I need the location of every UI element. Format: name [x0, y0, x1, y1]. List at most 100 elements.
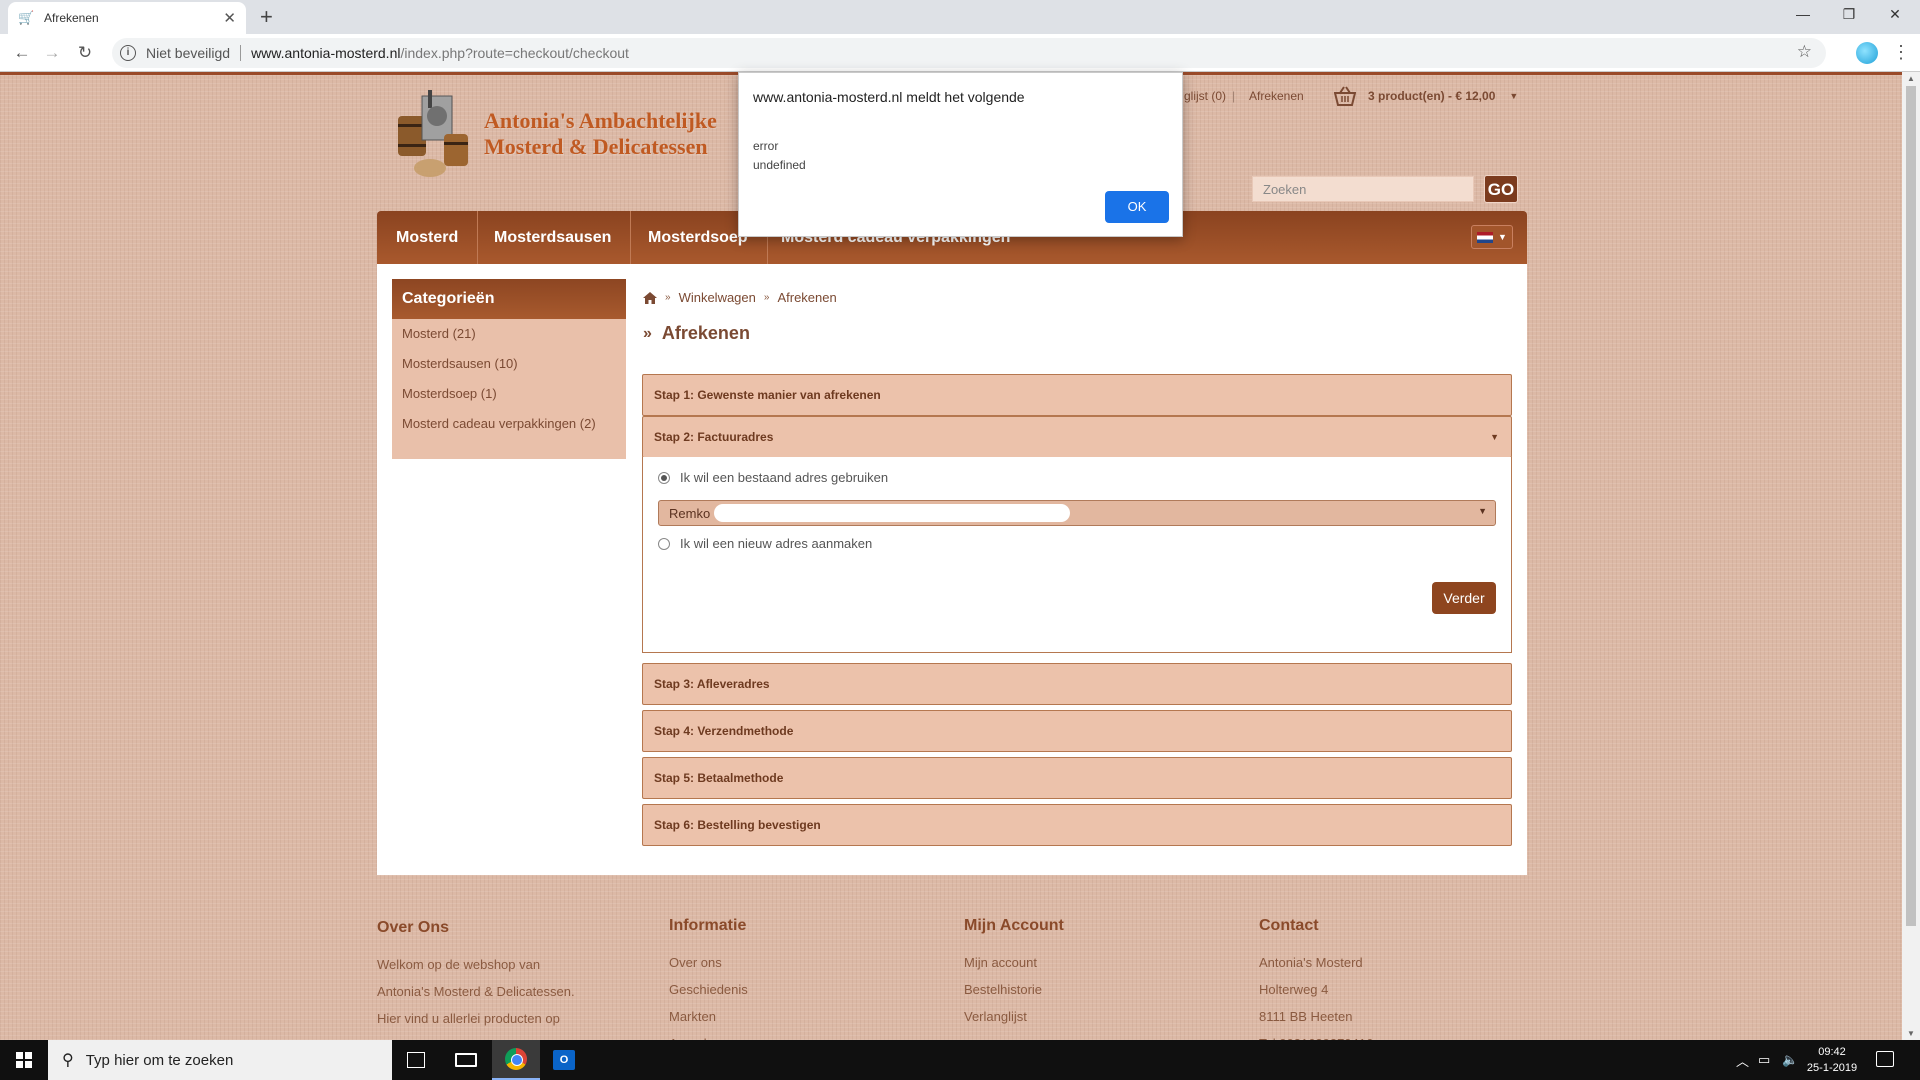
toplinks-separator: | — [1232, 89, 1236, 103]
step-2-header[interactable]: Stap 2: Factuuradres ▼ — [642, 416, 1512, 458]
step-2-body: Ik wil een bestaand adres gebruiken Remk… — [642, 457, 1512, 653]
footer-col-informatie: Informatie Over ons Geschiedenis Markten… — [669, 917, 748, 1040]
tab-title: Afrekenen — [44, 11, 99, 25]
page-title-text: Afrekenen — [661, 323, 750, 343]
menu-item-mosterd[interactable]: Mosterd — [377, 211, 479, 264]
footer-heading: Informatie — [669, 917, 747, 934]
sidebar-item-mosterdsausen[interactable]: Mosterdsausen (10) — [392, 349, 626, 379]
home-icon[interactable] — [643, 291, 657, 304]
taskbar-app-outlook[interactable]: O — [540, 1040, 588, 1080]
scroll-down-icon[interactable]: ▼ — [1907, 1029, 1915, 1038]
step-3-header[interactable]: Stap 3: Afleveradres — [642, 663, 1512, 705]
radio-existing-label: Ik wil een bestaand adres gebruiken — [680, 470, 889, 485]
reload-icon[interactable]: ↻ — [73, 41, 97, 65]
brand-line-1: Antonia's Ambachtelijke — [484, 108, 717, 133]
breadcrumb-winkelwagen[interactable]: Winkelwagen — [679, 290, 756, 305]
sidebar-item-cadeau[interactable]: Mosterd cadeau verpakkingen (2) — [392, 409, 626, 439]
sidebar-item-mosterd[interactable]: Mosterd (21) — [392, 319, 626, 349]
step-1-header[interactable]: Stap 1: Gewenste manier van afrekenen — [642, 374, 1512, 416]
minimize-icon[interactable]: — — [1780, 0, 1826, 28]
search-go-button[interactable]: GO — [1484, 175, 1518, 203]
forward-icon[interactable]: → — [40, 41, 64, 65]
footer-link[interactable]: Markten — [669, 1003, 748, 1030]
profile-avatar-icon[interactable] — [1856, 42, 1878, 64]
taskbar-app-remote[interactable] — [442, 1040, 490, 1080]
breadcrumb: » Winkelwagen » Afrekenen — [643, 290, 837, 305]
checkout-link[interactable]: Afrekenen — [1249, 89, 1304, 103]
footer-link[interactable]: Mijn account — [964, 949, 1064, 976]
volume-icon[interactable]: 🔈 — [1782, 1040, 1798, 1080]
browser-tabbar: 🛒 Afrekenen ✕ + — ❐ ✕ — [0, 0, 1920, 34]
chrome-icon — [505, 1048, 527, 1070]
task-view-button[interactable] — [392, 1040, 440, 1080]
search-input[interactable]: Zoeken — [1252, 176, 1474, 202]
language-dropdown[interactable]: ▼ — [1471, 225, 1513, 249]
cart-dropdown[interactable]: 3 product(en) - € 12,00 ▼ — [1334, 86, 1518, 106]
footer-text: Welkom op de webshop van — [377, 957, 541, 972]
window-close-icon[interactable]: ✕ — [1872, 0, 1918, 28]
footer-link[interactable]: Agenda — [669, 1030, 748, 1040]
taskbar-clock[interactable]: 09:42 25-1-2019 — [1804, 1044, 1860, 1076]
cart-caret-icon: ▼ — [1509, 91, 1519, 101]
step-6-header[interactable]: Stap 6: Bestelling bevestigen — [642, 804, 1512, 846]
step-5-header[interactable]: Stap 5: Betaalmethode — [642, 757, 1512, 799]
clock-time: 09:42 — [1818, 1046, 1846, 1058]
step-4-header[interactable]: Stap 4: Verzendmethode — [642, 710, 1512, 752]
brand-title[interactable]: Antonia's Ambachtelijke Mosterd & Delica… — [484, 108, 717, 160]
footer-link[interactable]: Verlanglijst — [964, 1003, 1064, 1030]
dialog-message: error undefined — [753, 137, 806, 175]
menu-item-mosterdsausen[interactable]: Mosterdsausen — [475, 211, 632, 264]
breadcrumb-afrekenen[interactable]: Afrekenen — [777, 290, 836, 305]
footer-heading: Mijn Account — [964, 917, 1064, 934]
browser-menu-icon[interactable]: ⋮ — [1892, 42, 1910, 63]
double-chevron-icon: » — [643, 324, 652, 342]
tab-close-icon[interactable]: ✕ — [223, 9, 236, 27]
cart-summary: 3 product(en) - € 12,00 — [1368, 89, 1496, 103]
network-icon[interactable]: ▭ — [1758, 1040, 1770, 1080]
start-button[interactable] — [0, 1040, 48, 1080]
windows-taskbar: ⚲ Typ hier om te zoeken O ︿ ▭ 🔈 09:42 25… — [0, 1040, 1920, 1080]
scrollbar-thumb[interactable] — [1906, 86, 1916, 926]
notification-icon[interactable] — [1876, 1051, 1894, 1067]
ok-button[interactable]: OK — [1105, 191, 1169, 223]
clock-date: 25-1-2019 — [1806, 1062, 1858, 1074]
footer-link[interactable]: Bestelhistorie — [964, 976, 1064, 1003]
tray-chevron-icon[interactable]: ︿ — [1736, 1040, 1749, 1080]
radio-existing-address[interactable]: Ik wil een bestaand adres gebruiken — [658, 470, 888, 485]
continue-button[interactable]: Verder — [1432, 582, 1496, 614]
taskbar-search-placeholder: Typ hier om te zoeken — [85, 1051, 234, 1069]
chevron-down-icon: ▼ — [1498, 232, 1507, 242]
radio-dot-unchecked[interactable] — [658, 537, 670, 550]
category-sidebar: Categorieën Mosterd (21) Mosterdsausen (… — [392, 279, 626, 459]
page-scrollbar[interactable]: ▲ ▼ — [1902, 72, 1920, 1040]
radio-dot-checked[interactable] — [658, 471, 670, 484]
brand-line-2: Mosterd & Delicatessen — [484, 134, 708, 159]
chevron-down-icon: ▼ — [1490, 432, 1499, 442]
new-tab-icon[interactable]: + — [260, 4, 273, 30]
footer-text: Antonia's Mosterd & Delicatessen. — [377, 984, 575, 999]
footer-link[interactable]: Geschiedenis — [669, 976, 748, 1003]
radio-new-address[interactable]: Ik wil een nieuw adres aanmaken — [658, 536, 872, 551]
taskbar-search-input[interactable]: ⚲ Typ hier om te zoeken — [48, 1040, 392, 1080]
browser-tab[interactable]: 🛒 Afrekenen ✕ — [8, 2, 246, 34]
select-arrow-icon: ▼ — [1478, 506, 1487, 516]
back-icon[interactable]: ← — [10, 41, 34, 65]
address-bar[interactable]: i Niet beveiligd www.antonia-mosterd.nl … — [112, 38, 1826, 68]
address-select[interactable]: Remko ▼ — [658, 500, 1496, 526]
alert-dialog: www.antonia-mosterd.nl meldt het volgend… — [738, 72, 1183, 237]
wishlist-link[interactable]: glijst (0) — [1184, 89, 1226, 103]
footer-text: Hier vind u allerlei producten op — [377, 1011, 560, 1026]
url-path: /index.php?route=checkout/checkout — [400, 45, 629, 61]
bookmark-star-icon[interactable]: ☆ — [1797, 42, 1812, 62]
sidebar-item-mosterdsoep[interactable]: Mosterdsoep (1) — [392, 379, 626, 409]
url-host: www.antonia-mosterd.nl — [251, 45, 401, 61]
restore-icon[interactable]: ❐ — [1826, 0, 1872, 28]
footer-col-mijn-account: Mijn Account Mijn account Bestelhistorie… — [964, 917, 1064, 1030]
scroll-up-icon[interactable]: ▲ — [1907, 74, 1915, 83]
task-view-icon — [407, 1052, 425, 1068]
info-icon[interactable]: i — [120, 45, 136, 61]
taskbar-app-chrome[interactable] — [492, 1040, 540, 1080]
security-label: Niet beveiligd — [146, 45, 231, 61]
footer-col-contact: Contact Antonia's Mosterd Holterweg 4 81… — [1259, 917, 1373, 1040]
footer-link[interactable]: Over ons — [669, 949, 748, 976]
